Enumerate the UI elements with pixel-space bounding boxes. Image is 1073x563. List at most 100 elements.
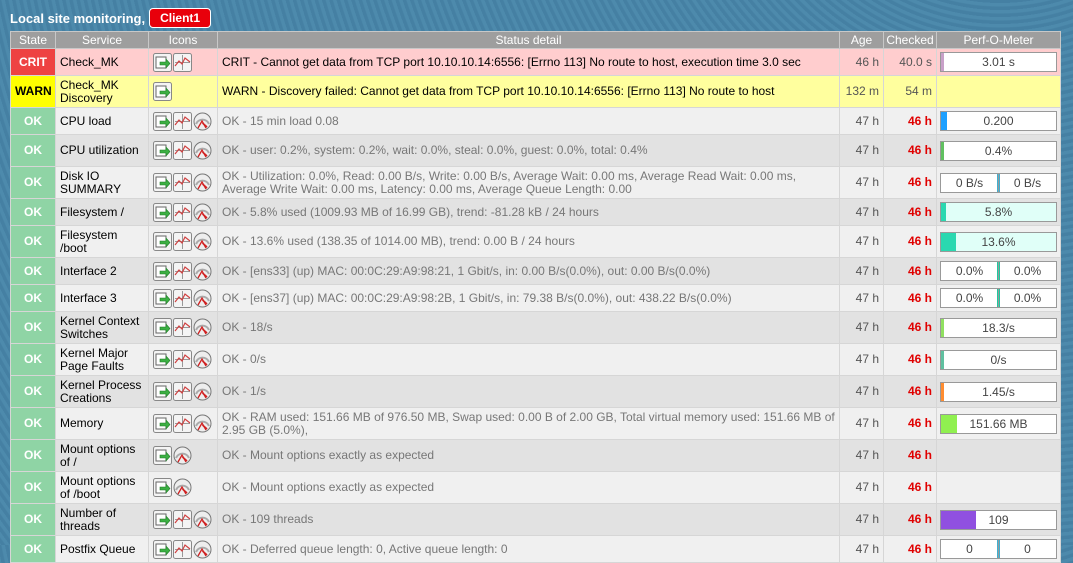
service-name-link[interactable]: CPU utilization — [55, 134, 149, 167]
perfometer[interactable]: 1.45/s — [940, 381, 1057, 402]
action-menu-icon[interactable] — [153, 288, 172, 308]
perfometer[interactable]: 5.8% — [940, 202, 1057, 222]
state-age: 47 h — [839, 503, 884, 536]
service-name-link[interactable]: Number of threads — [55, 503, 149, 536]
service-name-link[interactable]: CPU load — [55, 107, 149, 135]
action-menu-icon[interactable] — [153, 446, 172, 465]
service-name-link[interactable]: Filesystem / — [55, 198, 149, 226]
graph-icon[interactable] — [173, 350, 192, 369]
graph-icon[interactable] — [173, 141, 192, 160]
perf-graph-icon[interactable] — [193, 382, 212, 401]
graph-icon[interactable] — [173, 261, 192, 281]
service-icons — [148, 107, 218, 135]
service-name-link[interactable]: Filesystem /boot — [55, 225, 149, 258]
action-menu-icon[interactable] — [153, 510, 172, 529]
action-menu-icon[interactable] — [153, 111, 172, 131]
perf-graph-icon[interactable] — [193, 318, 212, 337]
perfometer[interactable]: 13.6% — [940, 231, 1057, 252]
table-row: CRIT Check_MK CRIT - Cannot get data fro… — [10, 48, 1061, 76]
service-icons — [148, 439, 218, 472]
state-age: 47 h — [839, 471, 884, 504]
perf-graph-icon[interactable] — [193, 262, 212, 281]
perfometer[interactable]: 0.0% 0.0% — [940, 288, 1057, 308]
graph-icon[interactable] — [173, 288, 192, 308]
table-row: OK Disk IO SUMMARY OK - Utilization: 0.0… — [10, 166, 1061, 199]
perf-graph-icon[interactable] — [193, 289, 212, 308]
action-menu-icon[interactable] — [153, 382, 172, 401]
perf-graph-icon[interactable] — [193, 112, 212, 131]
perfometer[interactable]: 0 B/s 0 B/s — [940, 172, 1057, 193]
state-badge: OK — [10, 284, 56, 312]
col-header-status-detail[interactable]: Status detail — [217, 31, 840, 49]
perf-graph-icon[interactable] — [193, 540, 212, 559]
action-menu-icon[interactable] — [153, 318, 172, 337]
col-header-age[interactable]: Age — [839, 31, 884, 49]
action-menu-icon[interactable] — [153, 52, 172, 72]
service-name-link[interactable]: Check_MK — [55, 48, 149, 76]
perf-graph-icon[interactable] — [173, 446, 192, 465]
col-header-service[interactable]: Service — [55, 31, 149, 49]
action-menu-icon[interactable] — [153, 232, 172, 251]
status-detail: OK - 5.8% used (1009.93 MB of 16.99 GB),… — [217, 198, 840, 226]
graph-icon[interactable] — [173, 111, 192, 131]
graph-icon[interactable] — [173, 202, 192, 222]
action-menu-icon[interactable] — [153, 202, 172, 222]
action-menu-icon[interactable] — [153, 539, 172, 559]
action-menu-icon[interactable] — [153, 141, 172, 160]
perfometer[interactable]: 0/s — [940, 349, 1057, 370]
perf-graph-icon[interactable] — [193, 141, 212, 160]
perf-graph-icon[interactable] — [193, 203, 212, 222]
perfometer[interactable]: 18.3/s — [940, 317, 1057, 338]
perfometer-cell: 0.0% 0.0% — [936, 284, 1061, 312]
perfometer[interactable]: 109 — [940, 509, 1057, 530]
graph-icon[interactable] — [173, 232, 192, 251]
state-age: 47 h — [839, 343, 884, 376]
graph-icon[interactable] — [173, 510, 192, 529]
perfometer-label: 0.4% — [984, 143, 1013, 158]
action-menu-icon[interactable] — [153, 82, 172, 101]
perf-graph-icon[interactable] — [193, 350, 212, 369]
service-name-link[interactable]: Kernel Context Switches — [55, 311, 149, 344]
host-button[interactable]: Client1 — [149, 8, 212, 28]
graph-icon[interactable] — [173, 52, 192, 72]
perfometer[interactable]: 0.4% — [940, 140, 1057, 161]
perfometer-label: 109 — [988, 512, 1009, 527]
perf-graph-icon[interactable] — [193, 232, 212, 251]
graph-icon[interactable] — [173, 382, 192, 401]
action-menu-icon[interactable] — [153, 350, 172, 369]
perfometer[interactable]: 0.200 — [940, 111, 1057, 131]
graph-icon[interactable] — [173, 318, 192, 337]
service-name-link[interactable]: Interface 2 — [55, 257, 149, 285]
perfometer-cell — [936, 471, 1061, 504]
col-header-state[interactable]: State — [10, 31, 56, 49]
service-name-link[interactable]: Mount options of /boot — [55, 471, 149, 504]
col-header-checked[interactable]: Checked — [883, 31, 937, 49]
action-menu-icon[interactable] — [153, 414, 172, 433]
service-name-link[interactable]: Kernel Major Page Faults — [55, 343, 149, 376]
col-header-perfometer[interactable]: Perf-O-Meter — [936, 31, 1061, 49]
graph-icon[interactable] — [173, 539, 192, 559]
perfometer[interactable]: 151.66 MB — [940, 413, 1057, 434]
graph-icon[interactable] — [173, 414, 192, 433]
service-name-link[interactable]: Interface 3 — [55, 284, 149, 312]
service-name-link[interactable]: Kernel Process Creations — [55, 375, 149, 408]
action-menu-icon[interactable] — [153, 173, 172, 192]
table-row: OK CPU load OK - 15 min load 0.08 47 h 4… — [10, 107, 1061, 135]
service-name-link[interactable]: Disk IO SUMMARY — [55, 166, 149, 199]
service-name-link[interactable]: Memory — [55, 407, 149, 440]
state-age: 47 h — [839, 375, 884, 408]
action-menu-icon[interactable] — [153, 478, 172, 497]
perf-graph-icon[interactable] — [193, 414, 212, 433]
graph-icon[interactable] — [173, 173, 192, 192]
last-checked: 46 h — [883, 257, 937, 285]
perfometer[interactable]: 0 0 — [940, 539, 1057, 559]
perfometer[interactable]: 0.0% 0.0% — [940, 261, 1057, 281]
service-name-link[interactable]: Mount options of / — [55, 439, 149, 472]
perf-graph-icon[interactable] — [193, 173, 212, 192]
perf-graph-icon[interactable] — [193, 510, 212, 529]
action-menu-icon[interactable] — [153, 261, 172, 281]
service-name-link[interactable]: Check_MK Discovery — [55, 75, 149, 108]
perfometer[interactable]: 3.01 s — [940, 52, 1057, 72]
service-name-link[interactable]: Postfix Queue — [55, 535, 149, 563]
perf-graph-icon[interactable] — [173, 478, 192, 497]
